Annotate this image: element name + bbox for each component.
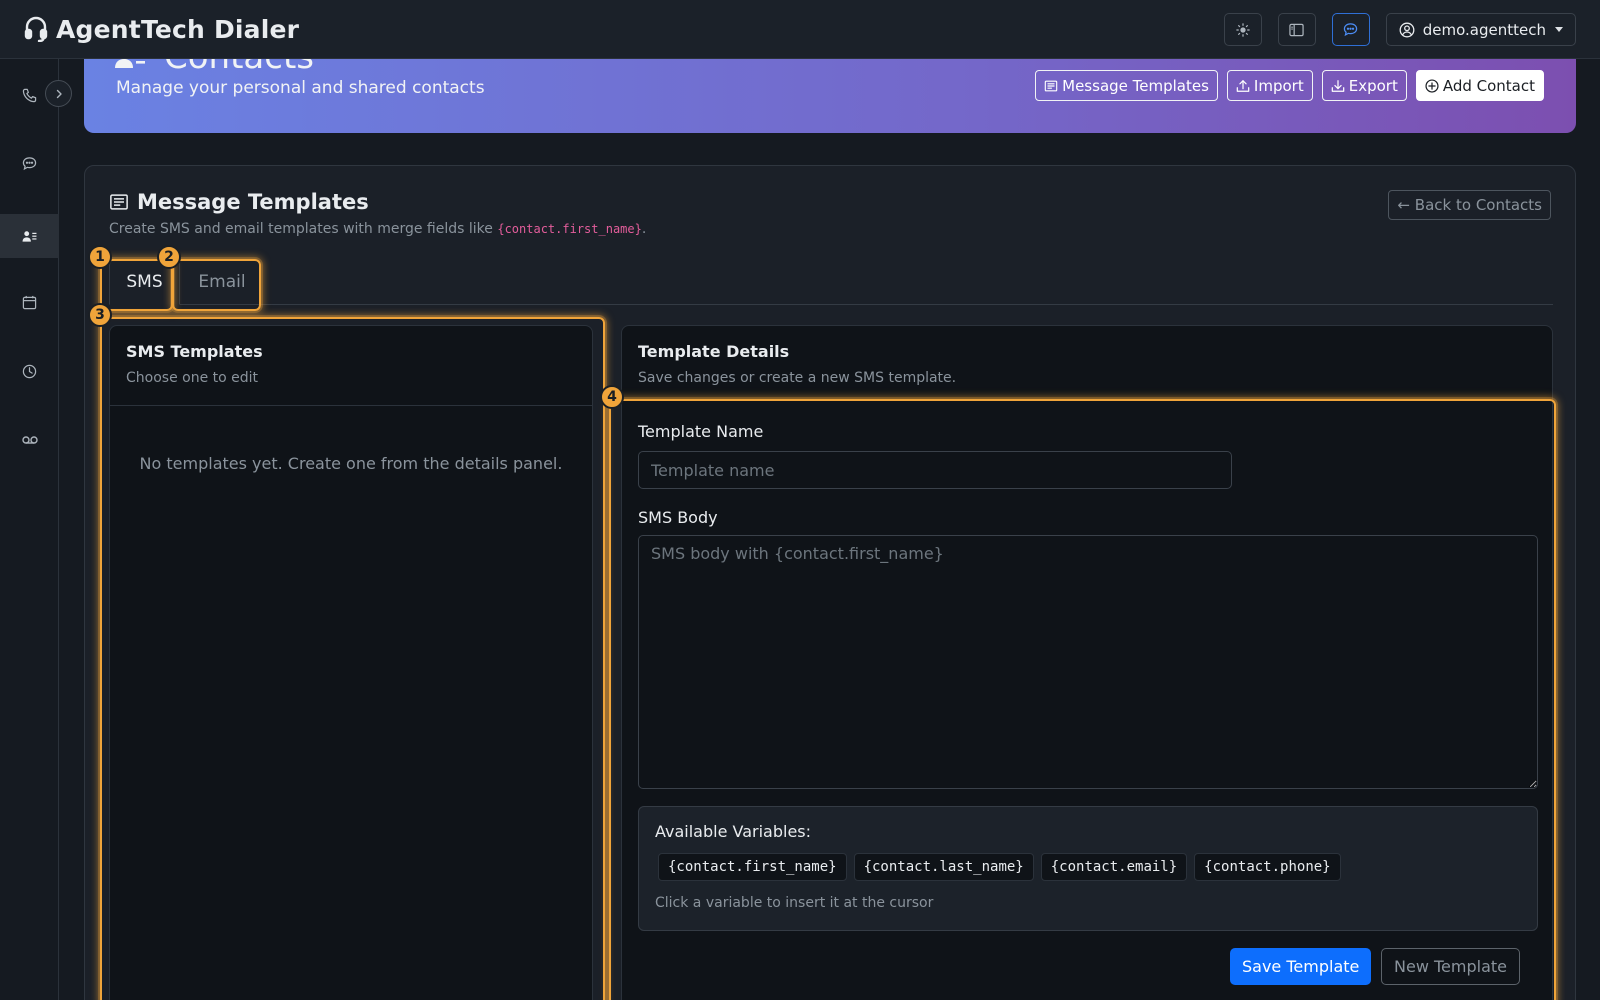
contacts-icon: [22, 230, 37, 243]
template-list-icon: [109, 192, 129, 212]
headset-icon: [24, 16, 48, 42]
history-icon: [22, 364, 37, 379]
message-templates-button[interactable]: Message Templates: [1035, 70, 1218, 101]
theme-toggle-button[interactable]: [1223, 13, 1262, 46]
brand[interactable]: AgentTech Dialer: [24, 15, 299, 44]
sidebar-item-calendar[interactable]: [0, 280, 59, 324]
chat-toggle-button[interactable]: [1331, 13, 1370, 46]
template-name-label: Template Name: [638, 422, 764, 441]
subtitle-text: Create SMS and email templates with merg…: [109, 221, 498, 237]
message-templates-card: Message Templates Create SMS and email t…: [84, 165, 1576, 1000]
variable-chip-last-name[interactable]: {contact.last_name}: [853, 853, 1034, 881]
username: demo.agenttech: [1422, 20, 1546, 39]
add-contact-button[interactable]: Add Contact: [1415, 70, 1544, 101]
annotation-badge-3: 3: [88, 303, 112, 327]
sidebar-expand-button[interactable]: [45, 80, 72, 107]
sms-templates-subtitle: Choose one to edit: [126, 370, 259, 386]
contacts-hero: Contacts Manage your personal and shared…: [84, 59, 1576, 133]
back-to-contacts-button[interactable]: ← Back to Contacts: [1388, 190, 1551, 220]
import-button[interactable]: Import: [1226, 70, 1313, 101]
download-icon: [1331, 79, 1345, 93]
user-menu-button[interactable]: demo.agenttech: [1385, 13, 1576, 46]
user-circle-icon: [1399, 22, 1415, 38]
message-templates-label: Message Templates: [1062, 76, 1209, 95]
export-button[interactable]: Export: [1321, 70, 1407, 101]
add-contact-label: Add Contact: [1442, 76, 1535, 95]
save-template-button[interactable]: Save Template: [1230, 948, 1372, 985]
subtitle-suffix: .: [641, 221, 647, 237]
variable-chip-phone[interactable]: {contact.phone}: [1194, 853, 1341, 881]
annotation-badge-2: 2: [157, 245, 181, 269]
available-variables-title: Available Variables:: [655, 822, 812, 841]
plus-circle-icon: [1425, 78, 1439, 93]
tab-email[interactable]: Email: [180, 259, 264, 305]
voicemail-icon: [21, 435, 38, 445]
template-details-title: Template Details: [638, 342, 790, 361]
top-navbar: AgentTech Dialer demo.agenttech: [0, 0, 1600, 59]
empty-state-message: No templates yet. Create one from the de…: [139, 454, 563, 473]
sms-body-label: SMS Body: [638, 508, 718, 527]
sms-templates-title: SMS Templates: [126, 342, 263, 361]
annotation-badge-4: 4: [600, 385, 624, 409]
phone-icon: [22, 88, 37, 103]
caret-down-icon: [1555, 27, 1563, 32]
chat-icon: [1343, 22, 1358, 37]
page-subtitle: Manage your personal and shared contacts: [116, 78, 485, 98]
sidebar-item-messages[interactable]: [0, 141, 59, 185]
variables-hint: Click a variable to insert it at the cur…: [655, 895, 934, 911]
available-variables-box: Available Variables: {contact.first_name…: [638, 806, 1538, 931]
sidebar-item-history[interactable]: [0, 349, 59, 393]
annotation-badge-1: 1: [88, 245, 112, 269]
template-list-icon: [1044, 79, 1058, 93]
upload-icon: [1236, 79, 1250, 93]
export-label: Export: [1348, 76, 1398, 95]
import-label: Import: [1253, 76, 1304, 95]
variable-chip-first-name[interactable]: {contact.first_name}: [658, 853, 847, 881]
sms-templates-panel: SMS Templates Choose one to edit No temp…: [109, 325, 593, 1000]
section-subtitle: Create SMS and email templates with merg…: [109, 221, 646, 237]
merge-field-example: {contact.first_name}: [497, 222, 642, 236]
contacts-icon: [114, 59, 146, 73]
brand-name: AgentTech Dialer: [56, 14, 300, 44]
template-name-input[interactable]: [638, 451, 1232, 489]
sidebar: [0, 59, 59, 1000]
sms-body-textarea[interactable]: [638, 535, 1538, 789]
sidebar-layout-icon: [1289, 23, 1304, 37]
layout-toggle-button[interactable]: [1277, 13, 1316, 46]
template-details-panel: Template Details Save changes or create …: [621, 325, 1553, 1000]
section-title: Message Templates: [137, 190, 369, 214]
sidebar-item-contacts[interactable]: [0, 214, 59, 258]
chevron-right-icon: [55, 89, 63, 99]
calendar-icon: [22, 295, 37, 310]
page-title: Contacts: [164, 59, 314, 77]
new-template-button[interactable]: New Template: [1381, 948, 1520, 985]
template-details-subtitle: Save changes or create a new SMS templat…: [638, 370, 957, 386]
messages-icon: [22, 156, 37, 171]
sun-icon: [1236, 22, 1250, 37]
variable-chip-email[interactable]: {contact.email}: [1040, 853, 1188, 881]
sidebar-item-voicemail[interactable]: [0, 418, 59, 462]
template-type-tabs: SMS Email: [109, 259, 1553, 305]
